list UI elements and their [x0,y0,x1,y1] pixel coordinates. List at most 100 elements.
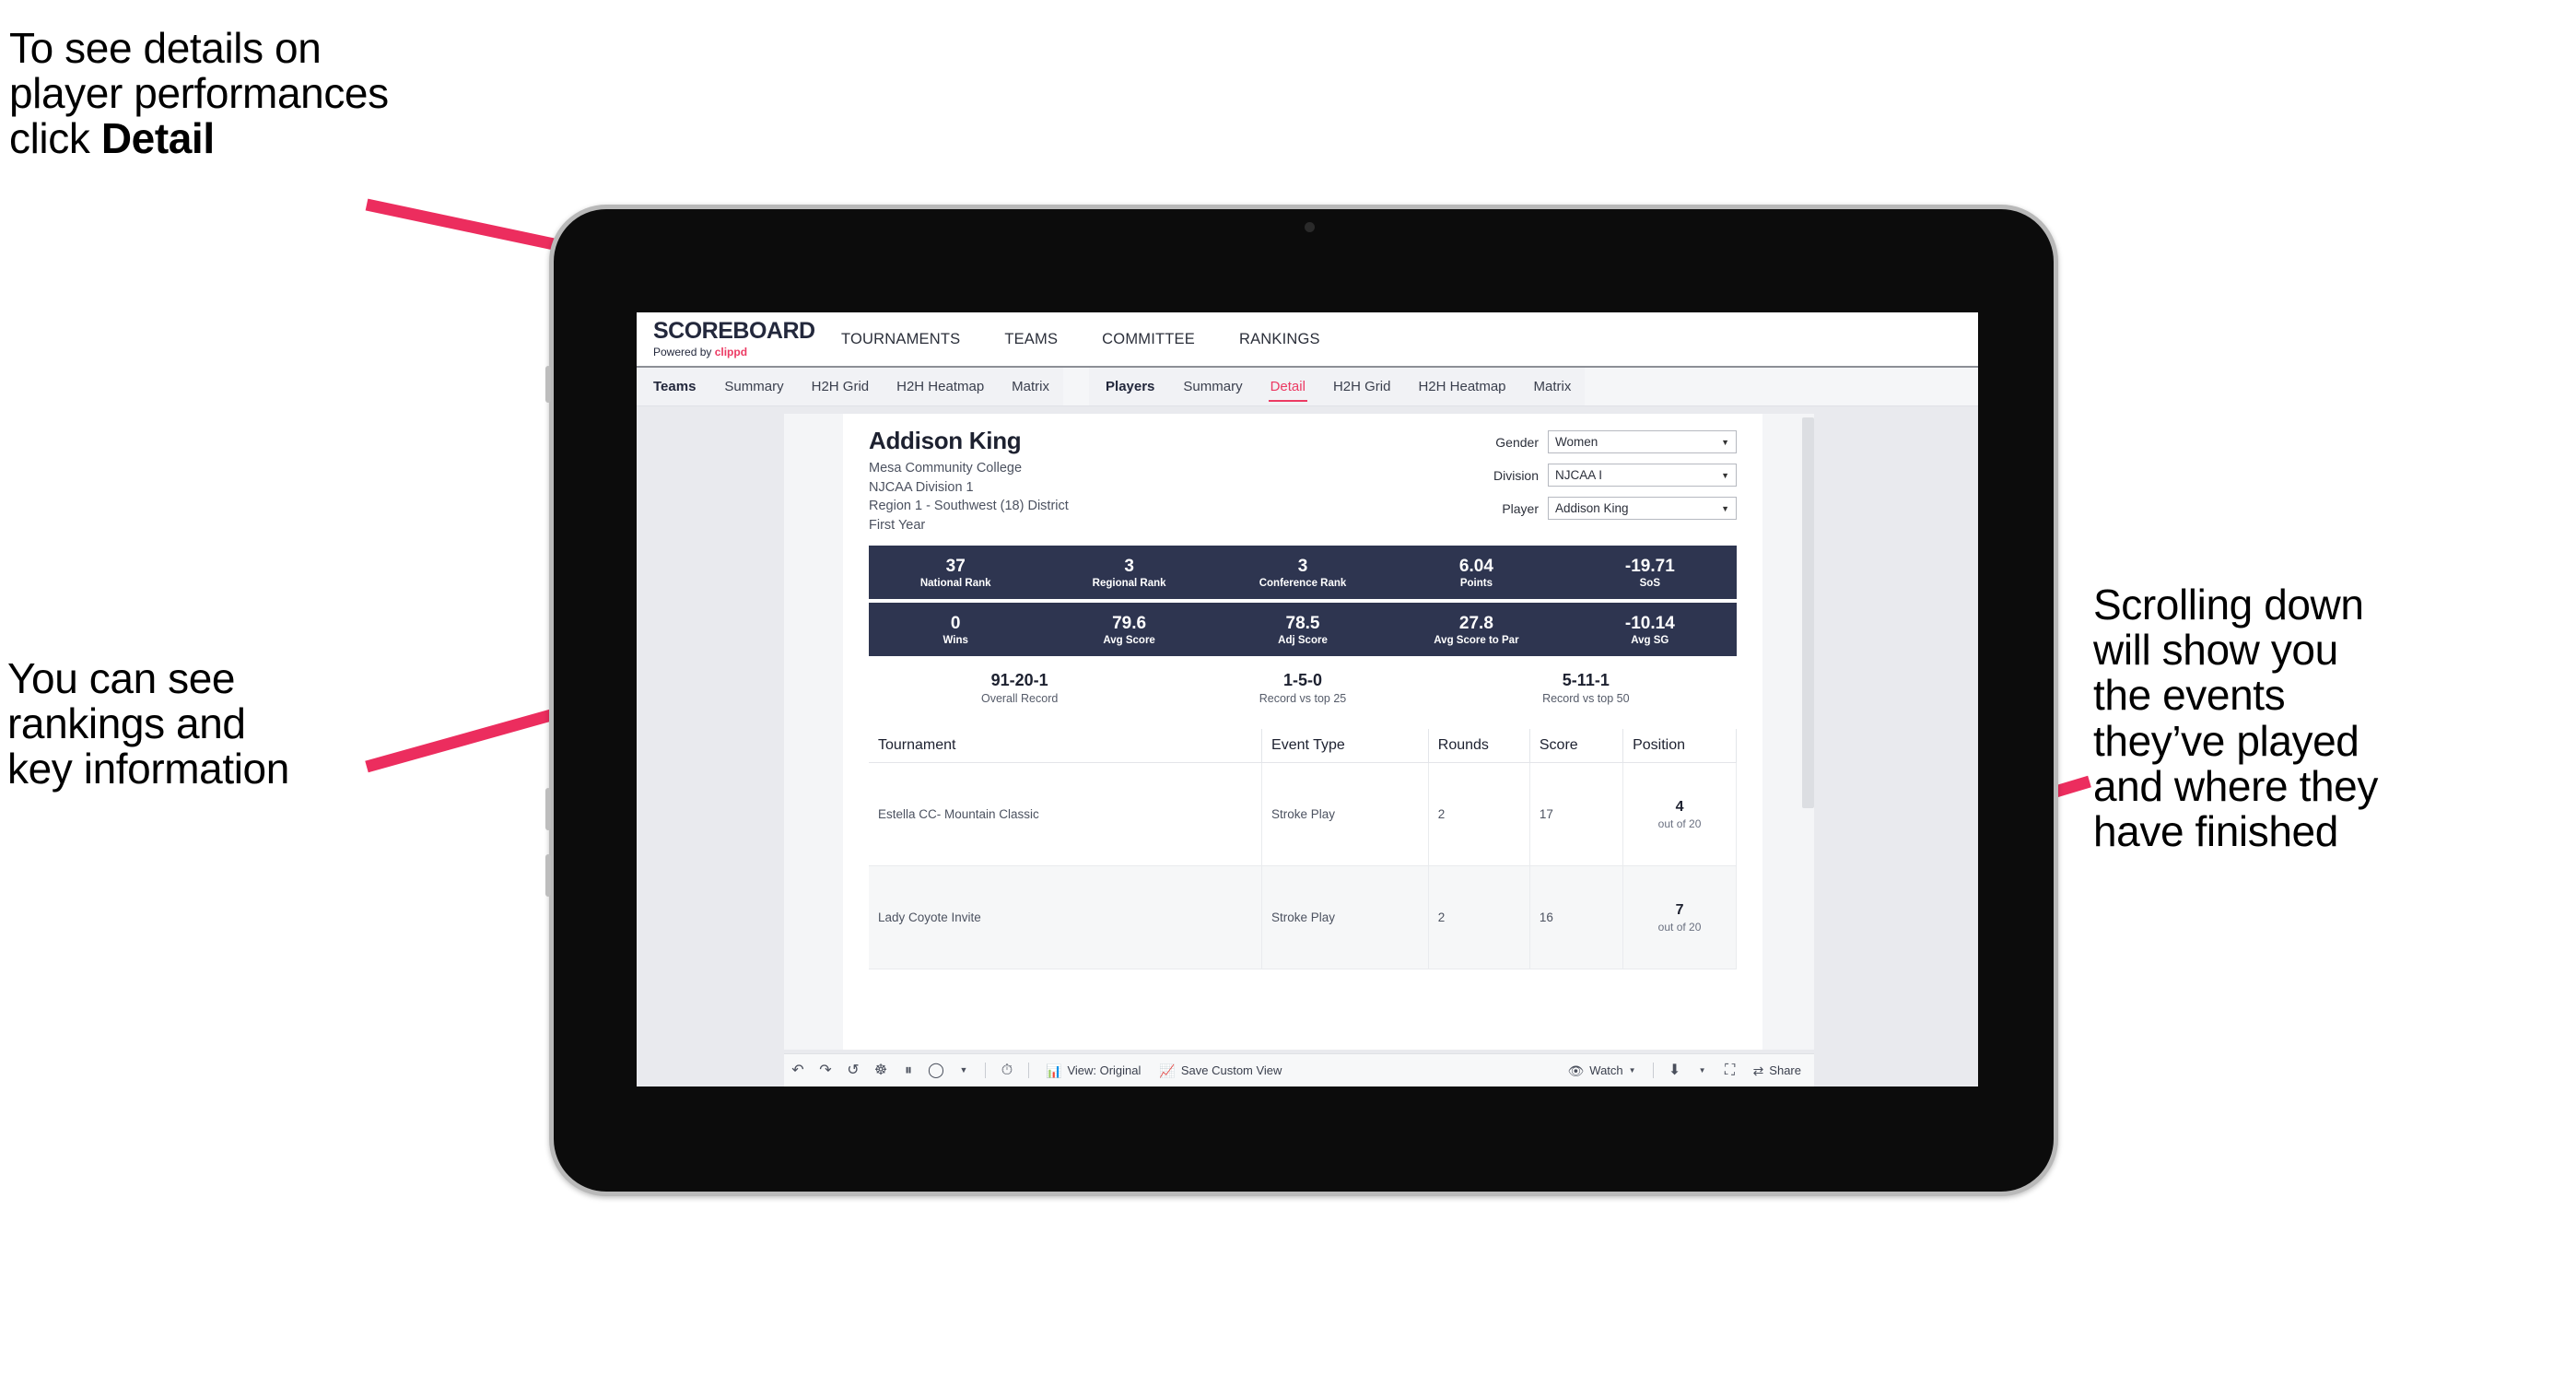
stat-wins: 0 Wins [869,614,1042,646]
th-event-type[interactable]: Event Type [1261,729,1429,764]
events-table-head: Tournament Event Type Rounds Score Posit… [869,729,1737,764]
brand-tagline: Powered by clippd [653,346,812,358]
stat-value: 3 [1297,556,1308,576]
th-position[interactable]: Position [1622,729,1737,764]
front-camera [1305,222,1315,232]
cell-rounds: 2 [1427,762,1530,867]
subnav-players-label: Players [1106,379,1155,394]
pause-updates-icon[interactable]: ⏸ [895,1057,922,1085]
undo-icon[interactable]: ↶ [784,1057,812,1085]
refresh-data-icon[interactable]: ☸ [867,1057,895,1085]
table-row[interactable]: Lady Coyote Invite Stroke Play 2 16 7 ou… [869,865,1737,970]
stat-label: National Rank [919,577,991,589]
save-custom-view-button[interactable]: 📈 Save Custom View [1150,1063,1291,1077]
filter-division-row: Division NJCAA I ▼ [1444,464,1737,487]
cell-tournament: Estella CC- Mountain Classic [869,762,1263,867]
brand-logo[interactable]: SCOREBOARD Powered by clippd [637,320,815,359]
nav-tournaments[interactable]: TOURNAMENTS [819,331,982,348]
subnav-players-matrix[interactable]: Matrix [1520,368,1586,405]
th-rounds[interactable]: Rounds [1427,729,1530,764]
download-icon[interactable]: ⬇ [1661,1057,1689,1085]
stats-row-scoring: 0 Wins 79.6 Avg Score 78.5 Adj Score 27.… [869,603,1737,657]
tablet-screen: SCOREBOARD Powered by clippd TOURNAMENTS… [637,312,1978,1086]
stat-label: Avg Score to Par [1434,634,1519,646]
volume-down-button[interactable] [545,854,551,897]
subnav-players-h2h-grid[interactable]: H2H Grid [1319,368,1405,405]
stat-value: 37 [945,556,966,576]
subnav-teams-matrix[interactable]: Matrix [998,368,1063,405]
tablet-device: SCOREBOARD Powered by clippd TOURNAMENTS… [545,205,2058,1196]
stats-row-rankings: 37 National Rank 3 Regional Rank 3 Confe… [869,546,1737,600]
player-division: NJCAA Division 1 [869,479,974,495]
share-icon: ⇄ [1752,1063,1764,1078]
revert-icon[interactable]: ↺ [839,1057,867,1085]
cell-event-type: Stroke Play [1261,762,1429,867]
position-value: 7 [1675,901,1684,918]
stat-value: 6.04 [1458,556,1493,576]
chevron-down-icon[interactable]: ▼ [1689,1057,1716,1085]
stat-label: Points [1459,577,1493,589]
position-value: 4 [1675,798,1684,815]
stat-value: 27.8 [1458,613,1493,633]
subnav-teams-h2h-grid[interactable]: H2H Grid [798,368,884,405]
filter-gender-row: Gender Women ▼ [1444,430,1737,453]
stat-conference-rank: 3 Conference Rank [1216,557,1389,589]
chevron-down-icon: ▼ [1628,1065,1636,1075]
stat-label: Adj Score [1278,634,1328,646]
subnav-players-summary[interactable]: Summary [1169,368,1256,405]
cell-event-type: Stroke Play [1261,865,1429,970]
brand-tagline-prefix: Powered by [653,346,715,358]
viz-bottom-toolbar: ↶ ↷ ↺ ☸ ⏸ ◯ ▼ ⏱ 📊 View: Original 📈 Save … [784,1053,1814,1086]
highlight-icon[interactable]: ◯ [922,1057,950,1085]
vertical-scrollbar[interactable] [1802,417,1814,808]
stat-adj-score: 78.5 Adj Score [1216,614,1389,646]
nav-rankings[interactable]: RANKINGS [1217,331,1342,348]
save-custom-view-label: Save Custom View [1180,1063,1282,1077]
position-sub: out of 20 [1657,816,1702,830]
share-button[interactable]: ⇄ Share [1744,1063,1814,1077]
filter-division-value: NJCAA I [1555,468,1603,482]
toolbar-divider [1652,1063,1654,1078]
events-table-body: Estella CC- Mountain Classic Stroke Play… [869,762,1737,970]
fullscreen-icon[interactable]: ⛶ [1716,1057,1744,1085]
th-tournament[interactable]: Tournament [869,729,1263,764]
nav-teams[interactable]: TEAMS [982,331,1080,348]
eye-icon: 👁 [1567,1063,1585,1078]
player-header: Addison King Mesa Community College NJCA… [869,427,1737,534]
nav-committee[interactable]: COMMITTEE [1080,331,1217,348]
subnav-players-h2h-heatmap[interactable]: H2H Heatmap [1404,368,1519,405]
filter-gender-select[interactable]: Women ▼ [1548,430,1737,453]
record-label: Record vs top 25 [1259,692,1347,706]
subnav-players-detail[interactable]: Detail [1257,368,1319,405]
subnav-teams-h2h-heatmap[interactable]: H2H Heatmap [883,368,998,405]
watch-button[interactable]: 👁 Watch ▼ [1559,1063,1645,1077]
filter-division-select[interactable]: NJCAA I ▼ [1548,464,1737,487]
view-original-button[interactable]: 📊 View: Original [1036,1063,1150,1077]
subnav-group-players: Players Summary Detail H2H Grid H2H Heat… [1089,368,1586,405]
chevron-down-icon: ▼ [1721,437,1729,447]
record-value: 5-11-1 [1562,671,1610,690]
chevron-down-icon[interactable]: ▼ [950,1057,978,1085]
player-name: Addison King [869,427,1022,454]
th-score[interactable]: Score [1528,729,1624,764]
table-row[interactable]: Estella CC- Mountain Classic Stroke Play… [869,762,1737,867]
stat-national-rank: 37 National Rank [869,557,1042,589]
filter-panel: Gender Women ▼ Division NJCAA I ▼ Player… [1444,427,1737,534]
player-detail-card: Addison King Mesa Community College NJCA… [784,414,1814,1050]
share-label: Share [1769,1063,1801,1077]
redo-icon[interactable]: ↷ [812,1057,839,1085]
stat-value: 3 [1124,556,1134,576]
filter-player-select[interactable]: Addison King ▼ [1548,497,1737,520]
stat-value: 78.5 [1285,613,1320,633]
toolbar-divider [1028,1063,1029,1078]
power-button[interactable] [545,366,551,403]
subnav-teams-summary[interactable]: Summary [710,368,797,405]
filter-division-label: Division [1493,467,1539,483]
volume-up-button[interactable] [545,788,551,830]
events-header-row: Tournament Event Type Rounds Score Posit… [869,729,1737,764]
clock-history-icon[interactable]: ⏱ [993,1057,1021,1085]
stat-label: Wins [943,634,968,646]
filter-player-value: Addison King [1555,501,1629,515]
cell-position: 7 out of 20 [1622,865,1737,970]
toolbar-divider [985,1063,986,1078]
